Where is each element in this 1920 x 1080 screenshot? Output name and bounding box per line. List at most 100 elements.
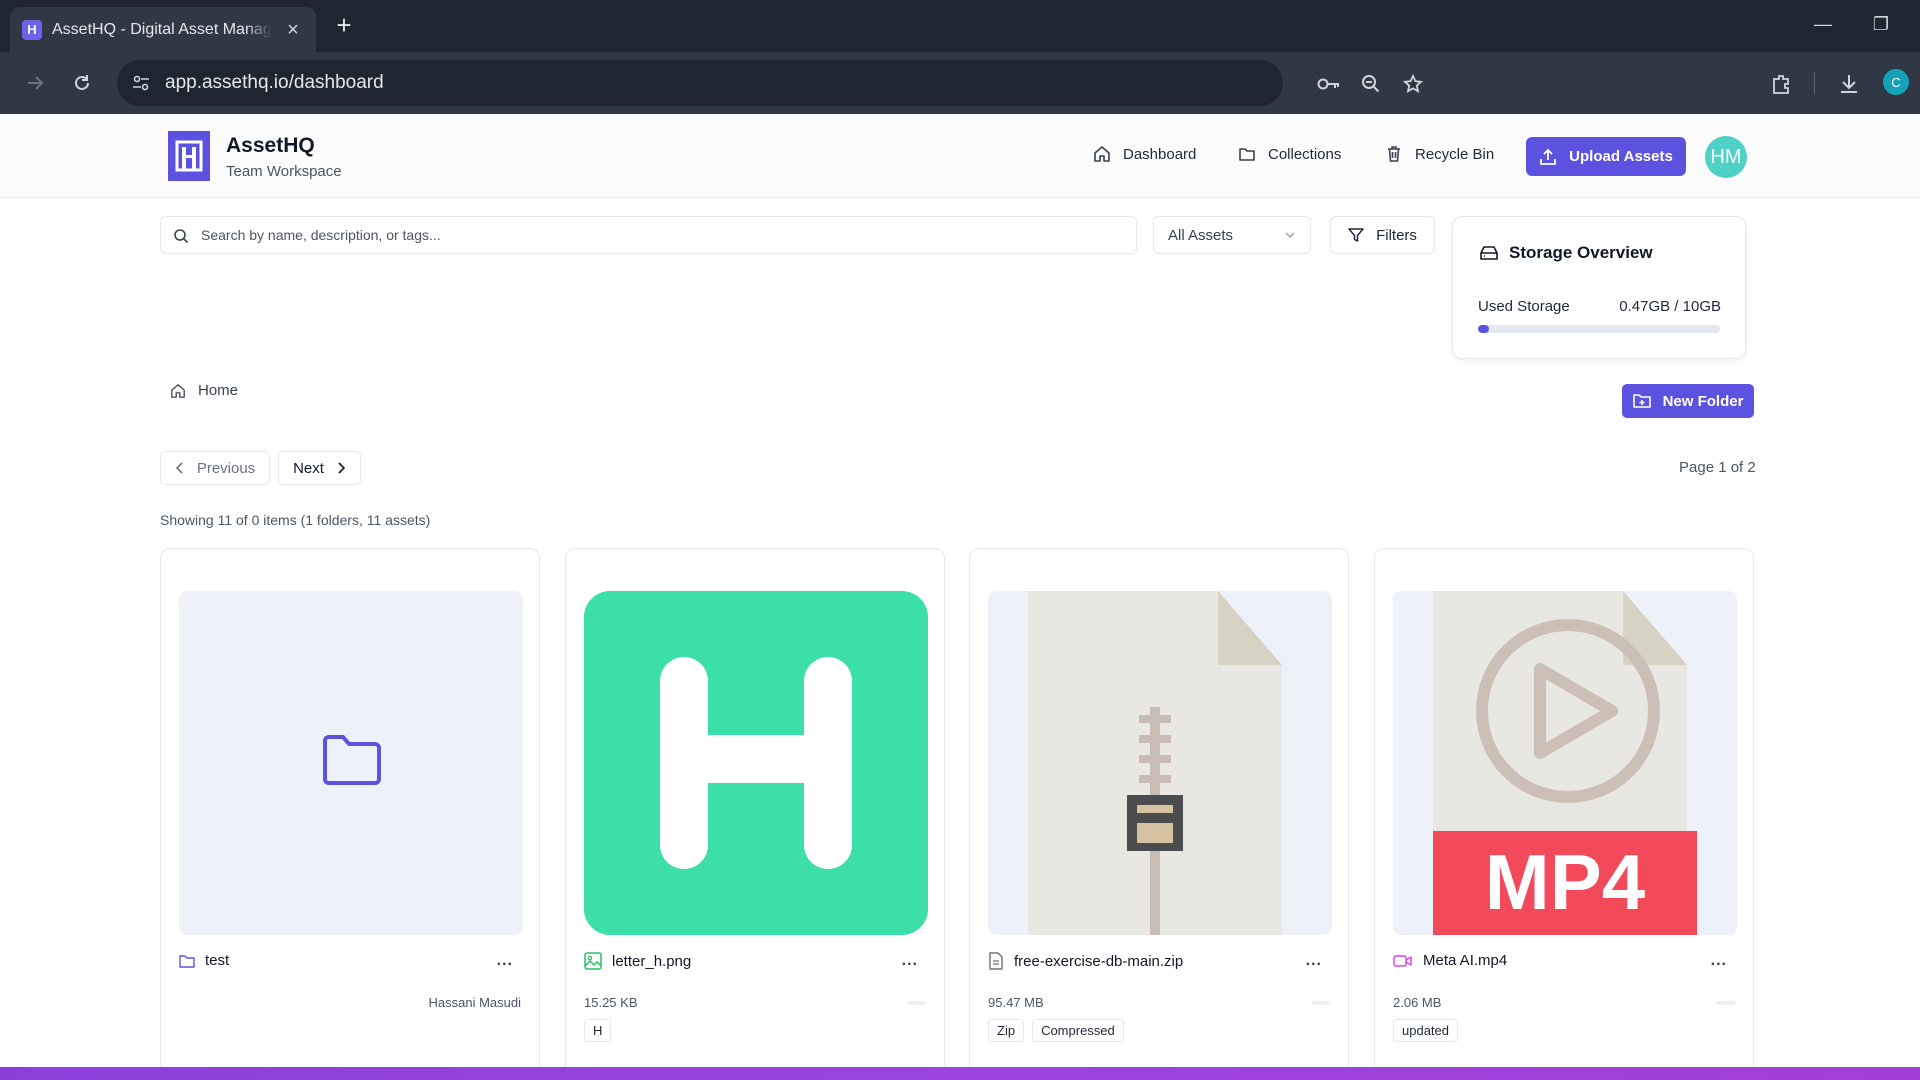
chevron-left-icon — [175, 462, 183, 474]
folder-icon — [323, 735, 381, 785]
asset-card[interactable]: free-exercise-db-main.zip ... 95.47 MB Z… — [969, 548, 1349, 1080]
filter-icon — [1348, 228, 1364, 242]
app-header: AssetHQ Team Workspace Dashboard Collect… — [0, 114, 1920, 198]
close-tab-icon[interactable]: × — [282, 19, 304, 41]
extensions-icon[interactable] — [1768, 71, 1794, 97]
card-name[interactable]: test — [179, 952, 229, 969]
hard-drive-icon — [1480, 246, 1498, 260]
card-name[interactable]: letter_h.png — [584, 952, 691, 970]
folder-card[interactable]: test ... Hassani Masudi — [160, 548, 540, 1080]
mp4-file-icon: MP4 — [1433, 591, 1697, 935]
browser-profile-avatar[interactable]: C — [1883, 69, 1909, 95]
restore-icon[interactable]: ❐ — [1869, 14, 1893, 35]
card-menu-button[interactable]: ... — [902, 952, 918, 970]
used-storage-label: Used Storage — [1478, 298, 1570, 315]
storage-overview-card: Storage Overview Used Storage 0.47GB / 1… — [1452, 216, 1746, 359]
nav-collections[interactable]: Collections — [1238, 145, 1341, 163]
user-avatar[interactable]: HM — [1705, 136, 1747, 178]
zip-thumbnail — [988, 591, 1332, 935]
download-icon[interactable] — [1836, 71, 1862, 97]
storage-progress-bar — [1478, 325, 1720, 333]
browser-tab-strip: H AssetHQ - Digital Asset Management × +… — [0, 0, 1920, 52]
assethq-logo[interactable] — [168, 131, 210, 181]
tag[interactable]: Compressed — [1032, 1019, 1124, 1042]
url-text[interactable]: app.assethq.io/dashboard — [165, 72, 384, 94]
chevron-down-icon — [1285, 232, 1295, 239]
tag[interactable]: H — [584, 1019, 612, 1042]
video-icon — [1393, 954, 1412, 967]
card-name-text: test — [205, 952, 230, 969]
card-menu-button[interactable]: ... — [497, 952, 513, 970]
upload-icon — [1540, 148, 1557, 165]
forward-icon[interactable] — [21, 69, 49, 97]
zip-file-icon — [1028, 591, 1282, 935]
tag[interactable]: Zip — [988, 1019, 1025, 1042]
card-menu-button[interactable]: ... — [1711, 952, 1727, 970]
search-icon — [174, 229, 189, 244]
previous-page-label: Previous — [196, 459, 256, 477]
search-input[interactable] — [201, 223, 1101, 247]
video-thumbnail: MP4 — [1393, 591, 1737, 935]
mp4-label: MP4 — [1485, 838, 1645, 926]
tag-list: updated — [1393, 1019, 1466, 1042]
minimize-icon[interactable]: — — [1811, 14, 1835, 35]
browser-tab[interactable]: H AssetHQ - Digital Asset Management × — [10, 7, 316, 52]
card-meta-placeholder — [908, 1001, 926, 1005]
nav-recycle-bin-label: Recycle Bin — [1415, 145, 1495, 163]
folder-icon — [179, 954, 195, 968]
card-meta-placeholder — [1717, 1001, 1735, 1005]
password-key-icon[interactable] — [1317, 72, 1341, 96]
breadcrumb-home[interactable]: Home — [198, 382, 238, 399]
card-name[interactable]: free-exercise-db-main.zip — [988, 952, 1183, 970]
new-tab-icon[interactable]: + — [330, 12, 358, 40]
card-name-text: letter_h.png — [612, 952, 692, 970]
card-menu-button[interactable]: ... — [1306, 952, 1322, 970]
nav-collections-label: Collections — [1268, 145, 1342, 163]
home-icon — [171, 383, 185, 398]
storage-progress-fill — [1478, 325, 1490, 333]
next-page-label: Next — [293, 459, 324, 477]
zoom-icon[interactable] — [1359, 72, 1383, 96]
tab-title: AssetHQ - Digital Asset Management — [52, 20, 272, 38]
toolbar-divider — [1814, 72, 1815, 94]
bottom-accent-bar — [0, 1067, 1920, 1080]
nav-dashboard[interactable]: Dashboard — [1093, 145, 1196, 163]
address-bar[interactable]: app.assethq.io/dashboard — [117, 60, 1423, 106]
bookmark-star-icon[interactable] — [1401, 72, 1425, 96]
tag[interactable]: updated — [1393, 1019, 1458, 1042]
next-page-button[interactable]: Next — [278, 451, 361, 485]
letter-h-image — [660, 657, 852, 869]
tag-list: H — [584, 1019, 619, 1042]
image-icon — [584, 952, 602, 970]
card-name-text: free-exercise-db-main.zip — [1014, 952, 1184, 970]
card-size: 15.25 KB — [584, 995, 638, 1010]
new-folder-label: New Folder — [1662, 392, 1744, 410]
filters-button[interactable]: Filters — [1330, 216, 1435, 254]
previous-page-button[interactable]: Previous — [160, 451, 270, 485]
workspace-name: Team Workspace — [226, 163, 342, 180]
card-meta-placeholder — [1312, 1001, 1330, 1005]
app-favicon-icon: H — [22, 19, 42, 40]
card-name[interactable]: Meta AI.mp4 — [1393, 952, 1507, 969]
new-folder-button[interactable]: New Folder — [1622, 384, 1754, 418]
site-settings-icon[interactable] — [131, 73, 151, 98]
search-field[interactable] — [160, 216, 1137, 254]
upload-assets-label: Upload Assets — [1569, 148, 1673, 165]
folder-icon — [1239, 148, 1255, 161]
reload-icon[interactable] — [68, 69, 96, 97]
nav-dashboard-label: Dashboard — [1123, 145, 1197, 163]
asset-card[interactable]: MP4 Meta AI.mp4 ... 2.06 MB updated — [1374, 548, 1754, 1080]
filters-label: Filters — [1376, 226, 1417, 244]
image-thumbnail — [584, 591, 928, 935]
upload-assets-button[interactable]: Upload Assets — [1526, 137, 1686, 176]
asset-type-select[interactable]: All Assets — [1153, 216, 1311, 254]
trash-icon — [1388, 146, 1400, 162]
browser-toolbar: app.assethq.io/dashboard — [0, 52, 1920, 114]
breadcrumb[interactable]: Home — [170, 382, 238, 399]
asset-card[interactable]: letter_h.png ... 15.25 KB H — [565, 548, 945, 1080]
nav-recycle-bin[interactable]: Recycle Bin — [1385, 145, 1494, 163]
brand-name: AssetHQ — [226, 134, 315, 157]
folder-thumbnail — [179, 591, 523, 935]
storage-title: Storage Overview — [1479, 243, 1653, 263]
home-icon — [1094, 146, 1110, 162]
